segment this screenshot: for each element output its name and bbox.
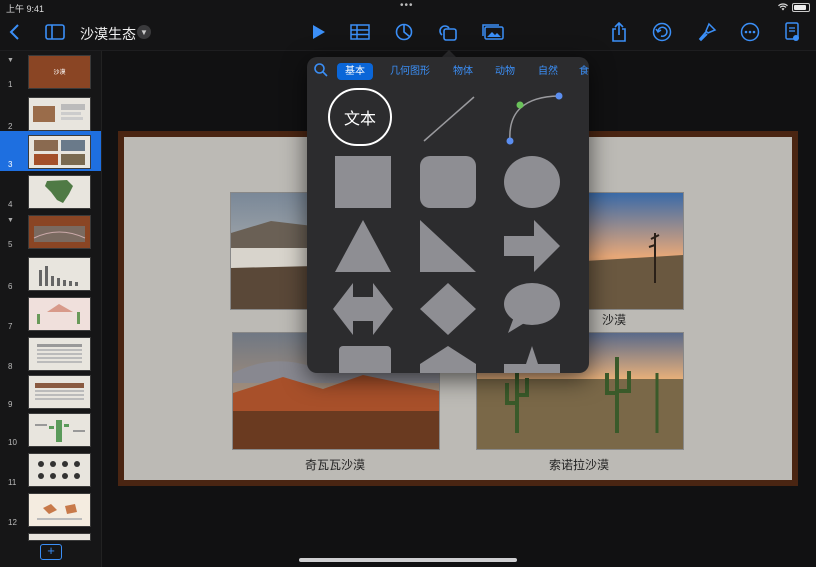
shapes-popover: 基本 几何图形 物体 动物 自然 食 文本 (307, 57, 589, 373)
shape-arrow-right[interactable] (504, 220, 560, 272)
shape-square[interactable] (335, 156, 391, 208)
shape-star[interactable] (504, 346, 560, 373)
tab-objects[interactable]: 物体 (453, 63, 473, 80)
shape-right-triangle[interactable] (420, 220, 476, 272)
disclosure-triangle-icon[interactable]: ▼ (7, 57, 14, 64)
caption-top-right: 沙漠 (601, 313, 626, 327)
undo-icon[interactable] (649, 19, 675, 45)
chevron-down-icon[interactable]: ▼ (137, 25, 151, 39)
slide-thumbnail-5[interactable]: ▼ 5 (0, 211, 101, 251)
media-icon[interactable] (480, 19, 506, 45)
shape-curve[interactable] (503, 89, 565, 147)
tab-nature[interactable]: 自然 (538, 63, 558, 80)
shape-line[interactable] (420, 93, 478, 145)
slide-thumbnail-8[interactable]: 8 (0, 333, 101, 373)
share-icon[interactable] (606, 19, 632, 45)
tab-basic[interactable]: 基本 (337, 63, 373, 80)
more-icon[interactable] (737, 19, 763, 45)
battery-icon (792, 3, 810, 12)
shape-speech-bubble[interactable] (504, 283, 560, 335)
shape-circle[interactable] (504, 156, 560, 208)
slide-thumbnail-6[interactable]: 6 (0, 253, 101, 293)
tab-food[interactable]: 食 (579, 63, 589, 80)
shape-category-tabs: 基本 几何图形 物体 动物 自然 食 (307, 57, 589, 85)
shape-rounded-square[interactable] (420, 156, 476, 208)
shape-icon[interactable] (435, 19, 461, 45)
wifi-icon (777, 2, 789, 13)
play-icon[interactable] (306, 19, 332, 45)
home-indicator[interactable] (299, 558, 517, 562)
shape-text-box[interactable]: 文本 (328, 88, 392, 146)
photo-joshua-tree[interactable] (584, 192, 684, 310)
slide-thumbnail-9[interactable]: 9 (0, 371, 101, 411)
slide-thumbnail-partial[interactable] (0, 529, 101, 541)
shape-pentagon[interactable] (420, 346, 476, 373)
slide-thumbnail-1[interactable]: ▼ 沙漠 1 (0, 51, 101, 91)
shape-double-arrow[interactable] (333, 283, 393, 335)
disclosure-triangle-icon[interactable]: ▼ (7, 217, 14, 224)
document-title[interactable]: 沙漠生态 (80, 24, 136, 44)
slide-thumbnail-3[interactable]: 3 (0, 131, 101, 171)
search-icon[interactable] (314, 63, 328, 82)
format-brush-icon[interactable] (694, 19, 720, 45)
shape-callout-rectangle[interactable] (333, 346, 393, 373)
toolbar: 沙漠生态 ▼ (0, 14, 816, 51)
slide-navigator: ▼ 沙漠 1 2 3 4 ▼ 5 6 7 8 9 10 11 12 (0, 51, 102, 567)
caption-chihuahuan: 奇瓦瓦沙漠 (304, 458, 365, 472)
table-icon[interactable] (347, 19, 373, 45)
shape-triangle[interactable] (335, 220, 391, 272)
slide-thumbnail-11[interactable]: 11 (0, 449, 101, 489)
add-slide-button[interactable]: + (40, 544, 62, 560)
back-chevron-icon[interactable] (2, 19, 28, 45)
tab-geometry[interactable]: 几何图形 (390, 63, 430, 80)
slide-thumbnail-4[interactable]: 4 (0, 171, 101, 211)
slide-thumbnail-10[interactable]: 10 (0, 409, 101, 449)
tab-animals[interactable]: 动物 (495, 63, 515, 80)
multitasking-dots-icon[interactable]: ••• (400, 0, 414, 11)
chart-icon[interactable] (391, 19, 417, 45)
slide-thumbnail-12[interactable]: 12 (0, 489, 101, 529)
slide-thumbnail-7[interactable]: 7 (0, 293, 101, 333)
status-bar: 上午 9:41 ••• (0, 0, 816, 14)
document-setup-icon[interactable] (779, 19, 805, 45)
sidebar-toggle-icon[interactable] (42, 19, 68, 45)
slide-thumbnail-2[interactable]: 2 (0, 93, 101, 133)
caption-sonoran: 索诺拉沙漠 (548, 458, 609, 472)
shape-diamond[interactable] (420, 283, 476, 335)
